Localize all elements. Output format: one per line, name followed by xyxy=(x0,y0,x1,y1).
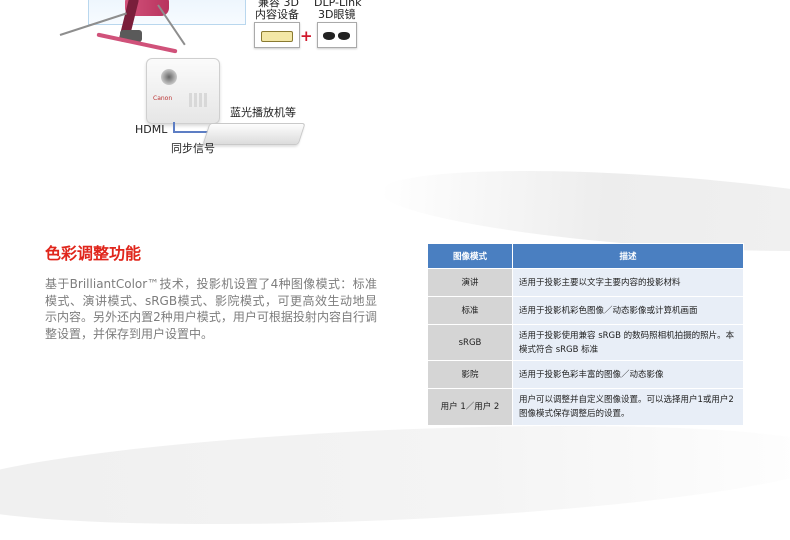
3d-glasses-label: 3D眼镜 xyxy=(318,8,356,21)
desc-cell: 适用于投影机彩色图像／动态影像或计算机画面 xyxy=(512,296,744,325)
projector-lens xyxy=(161,69,177,85)
projector-logo: Canon xyxy=(153,95,173,102)
hdmi-label: HDML xyxy=(135,123,168,136)
projector-keypad xyxy=(189,93,209,107)
decorative-swoosh-bottom xyxy=(0,410,790,540)
bluray-player-image xyxy=(202,123,306,145)
header-mode: 图像模式 xyxy=(427,243,513,269)
table-row: 影院 适用于投影色彩丰富的图像／动态影像 xyxy=(427,360,744,389)
3d-glasses-icon xyxy=(317,22,357,48)
sync-signal-label: 同步信号 xyxy=(171,142,215,155)
desc-cell: 适用于投影色彩丰富的图像／动态影像 xyxy=(512,360,744,389)
table-row: 演讲 适用于投影主要以文字主要内容的投影材料 xyxy=(427,268,744,297)
table-row: 标准 适用于投影机彩色图像／动态影像或计算机画面 xyxy=(427,296,744,325)
desc-cell: 用户可以调整并自定义图像设置。可以选择用户1或用户2图像模式保存调整后的设置。 xyxy=(512,388,744,426)
header-desc: 描述 xyxy=(512,243,744,269)
plus-icon: + xyxy=(300,27,313,45)
compatible-3d-label-2: 内容设备 xyxy=(255,8,299,21)
desc-cell: 适用于投影主要以文字主要内容的投影材料 xyxy=(512,268,744,297)
desc-cell: 适用于投影使用兼容 sRGB 的数码照相机拍摄的照片。本模式符合 sRGB 标准 xyxy=(512,324,744,361)
page: 兼容 3D 内容设备 DLP-Link 3D眼镜 + Canon 蓝光播放机等 … xyxy=(0,0,790,540)
mode-cell: 标准 xyxy=(427,296,513,325)
section-body: 基于BrilliantColor™技术，投影机设置了4种图像模式：标准模式、演讲… xyxy=(45,277,377,341)
3d-content-device-icon xyxy=(254,22,300,48)
bluray-label: 蓝光播放机等 xyxy=(230,106,296,119)
mode-cell: 用户 1／用户 2 xyxy=(427,388,513,426)
mode-cell: 演讲 xyxy=(427,268,513,297)
table-header-row: 图像模式 描述 xyxy=(427,243,744,269)
mode-cell: sRGB xyxy=(427,324,513,361)
projector-image: Canon xyxy=(146,58,220,124)
mode-cell: 影院 xyxy=(427,360,513,389)
table-row: sRGB 适用于投影使用兼容 sRGB 的数码照相机拍摄的照片。本模式符合 sR… xyxy=(427,324,744,361)
table-row: 用户 1／用户 2 用户可以调整并自定义图像设置。可以选择用户1或用户2图像模式… xyxy=(427,388,744,426)
image-mode-table: 图像模式 描述 演讲 适用于投影主要以文字主要内容的投影材料 标准 适用于投影机… xyxy=(427,243,744,426)
section-title: 色彩调整功能 xyxy=(45,244,142,263)
